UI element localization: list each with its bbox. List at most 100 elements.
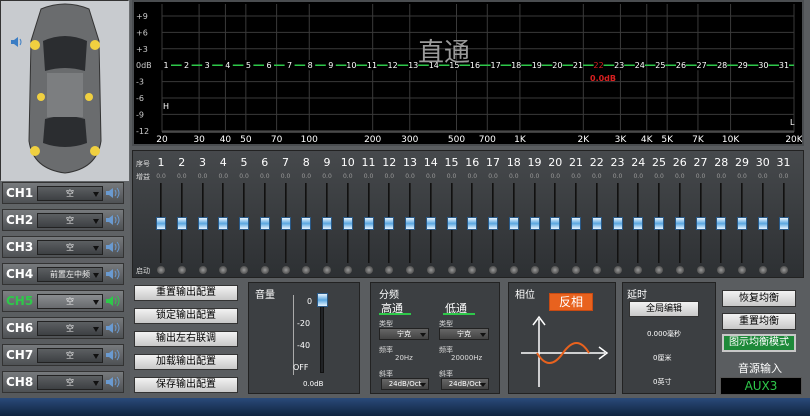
eq-band-marker[interactable]: 24 <box>635 61 645 70</box>
eq-band-enable-dot[interactable] <box>447 266 456 274</box>
eq-curve-chart[interactable]: +9 +6 +3 0dB -3 -6 -9 -12 20 30 40 50 70 100 200 300 500… <box>134 2 804 145</box>
eq-band-enable-dot[interactable] <box>738 266 746 274</box>
eq-slider-knob[interactable] <box>425 217 436 230</box>
eq-slider-knob[interactable] <box>612 217 623 230</box>
eq-band-marker[interactable]: 30 <box>758 61 768 70</box>
eq-band-marker[interactable]: 9 <box>328 61 333 70</box>
speaker-icon[interactable] <box>104 375 120 389</box>
eq-slider-knob[interactable] <box>322 217 332 230</box>
channel-label[interactable]: CH7 <box>6 348 33 362</box>
eq-band-enable-dot[interactable] <box>758 266 767 274</box>
eq-slider-knob[interactable] <box>529 217 540 230</box>
channel-row-6[interactable]: CH6 空 <box>2 317 124 339</box>
eq-slider-knob[interactable] <box>695 217 706 230</box>
eq-band-marker[interactable]: 23 <box>614 61 624 70</box>
eq-band-enable-dot[interactable] <box>696 266 705 274</box>
hp-freq-value[interactable]: 20Hz <box>395 354 413 362</box>
eq-slider-knob[interactable] <box>633 217 644 230</box>
delay-ms[interactable]: 0.000毫秒 <box>647 329 681 339</box>
eq-band-enable-dot[interactable] <box>364 266 373 274</box>
eq-band-marker[interactable]: 13 <box>408 61 418 70</box>
eq-band-enable-dot[interactable] <box>406 266 414 274</box>
eq-slider-knob[interactable] <box>218 217 229 230</box>
eq-slider-knob[interactable] <box>259 217 270 230</box>
delay-inch[interactable]: 0英寸 <box>653 377 671 387</box>
restore-eq-button[interactable]: 恢复均衡 <box>722 290 796 307</box>
eq-band-enable-dot[interactable] <box>426 266 435 274</box>
eq-band-enable-dot[interactable] <box>717 266 726 274</box>
channel-row-3[interactable]: CH3 空 <box>2 236 124 258</box>
eq-slider-knob[interactable] <box>467 217 478 230</box>
eq-slider-knob[interactable] <box>508 217 519 230</box>
eq-slider-knob[interactable] <box>654 217 664 230</box>
eq-band-enable-dot[interactable] <box>468 266 477 274</box>
channel-assign-select[interactable]: 空 <box>37 375 103 390</box>
eq-band-enable-dot[interactable] <box>323 266 331 274</box>
eq-slider-knob[interactable] <box>737 217 747 230</box>
eq-band-marker[interactable]: 21 <box>573 61 583 70</box>
speaker-icon[interactable] <box>104 213 120 227</box>
eq-band-marker[interactable]: 22 <box>594 61 604 70</box>
eq-slider-knob[interactable] <box>716 217 727 230</box>
eq-band-enable-dot[interactable] <box>240 266 248 274</box>
eq-slider-knob[interactable] <box>591 217 602 230</box>
eq-band-marker[interactable]: 1 <box>163 61 168 70</box>
source-input-value[interactable]: AUX3 <box>720 377 802 395</box>
global-edit-button[interactable]: 全局编辑 <box>629 301 699 317</box>
eq-band-enable-dot[interactable] <box>198 266 207 274</box>
eq-band-enable-dot[interactable] <box>343 266 352 274</box>
channel-row-1[interactable]: CH1 空 <box>2 182 124 204</box>
channel-label[interactable]: CH5 <box>6 294 33 308</box>
speaker-icon[interactable] <box>104 240 120 254</box>
eq-band-enable-dot[interactable] <box>219 266 228 274</box>
eq-band-enable-dot[interactable] <box>385 266 394 274</box>
lp-slope-select[interactable]: 24dB/Oct <box>441 378 489 390</box>
channel-assign-select[interactable]: 空 <box>37 348 103 363</box>
channel-row-4[interactable]: CH4 前置左中频 <box>2 263 124 285</box>
graphic-eq-mode-button[interactable]: 图示均衡模式 <box>722 334 796 352</box>
eq-band-enable-dot[interactable] <box>530 266 539 274</box>
channel-row-8[interactable]: CH8 空 <box>2 371 124 393</box>
lp-type-select[interactable]: 宁克 <box>439 328 489 340</box>
eq-band-marker[interactable]: 7 <box>287 61 292 70</box>
eq-band-enable-dot[interactable] <box>592 266 601 274</box>
channel-assign-select[interactable]: 空 <box>37 186 103 201</box>
eq-band-marker[interactable]: 28 <box>717 61 727 70</box>
eq-slider-knob[interactable] <box>384 217 395 230</box>
eq-slider-knob[interactable] <box>239 217 249 230</box>
eq-slider-knob[interactable] <box>571 217 581 230</box>
eq-slider-knob[interactable] <box>156 217 166 230</box>
eq-band-marker[interactable]: 27 <box>697 61 707 70</box>
eq-band-marker[interactable]: 12 <box>388 61 398 70</box>
hp-slope-select[interactable]: 24dB/Oct <box>381 378 429 390</box>
speaker-icon[interactable] <box>104 321 120 335</box>
eq-band-marker[interactable]: 20 <box>552 61 562 70</box>
eq-slider-knob[interactable] <box>176 217 187 230</box>
invert-phase-button[interactable]: 反相 <box>549 293 593 311</box>
eq-slider-knob[interactable] <box>488 217 498 230</box>
eq-band-enable-dot[interactable] <box>613 266 622 274</box>
channel-assign-select[interactable]: 空 <box>37 321 103 336</box>
eq-band-enable-dot[interactable] <box>302 266 311 274</box>
eq-band-enable-dot[interactable] <box>779 266 788 274</box>
eq-band-marker[interactable]: 19 <box>532 61 542 70</box>
output-config-button-1[interactable]: 重置输出配置 <box>134 285 238 301</box>
eq-band-enable-dot[interactable] <box>675 266 684 274</box>
eq-slider-knob[interactable] <box>342 217 353 230</box>
channel-row-7[interactable]: CH7 空 <box>2 344 124 366</box>
eq-slider-knob[interactable] <box>363 217 374 230</box>
eq-band-marker[interactable]: 17 <box>491 61 501 70</box>
eq-slider-knob[interactable] <box>197 217 208 230</box>
eq-band-enable-dot[interactable] <box>572 266 580 274</box>
eq-band-enable-dot[interactable] <box>551 266 560 274</box>
eq-band-marker[interactable]: 31 <box>779 61 789 70</box>
delay-cm[interactable]: 0厘米 <box>653 353 671 363</box>
channel-label[interactable]: CH1 <box>6 186 33 200</box>
eq-band-marker[interactable]: 10 <box>346 61 356 70</box>
eq-band-enable-dot[interactable] <box>655 266 663 274</box>
eq-band-marker[interactable]: 25 <box>655 61 665 70</box>
channel-assign-select[interactable]: 前置左中频 <box>37 267 103 282</box>
eq-slider-knob[interactable] <box>757 217 768 230</box>
eq-slider-knob[interactable] <box>301 217 312 230</box>
reset-eq-button[interactable]: 重置均衡 <box>722 313 796 330</box>
